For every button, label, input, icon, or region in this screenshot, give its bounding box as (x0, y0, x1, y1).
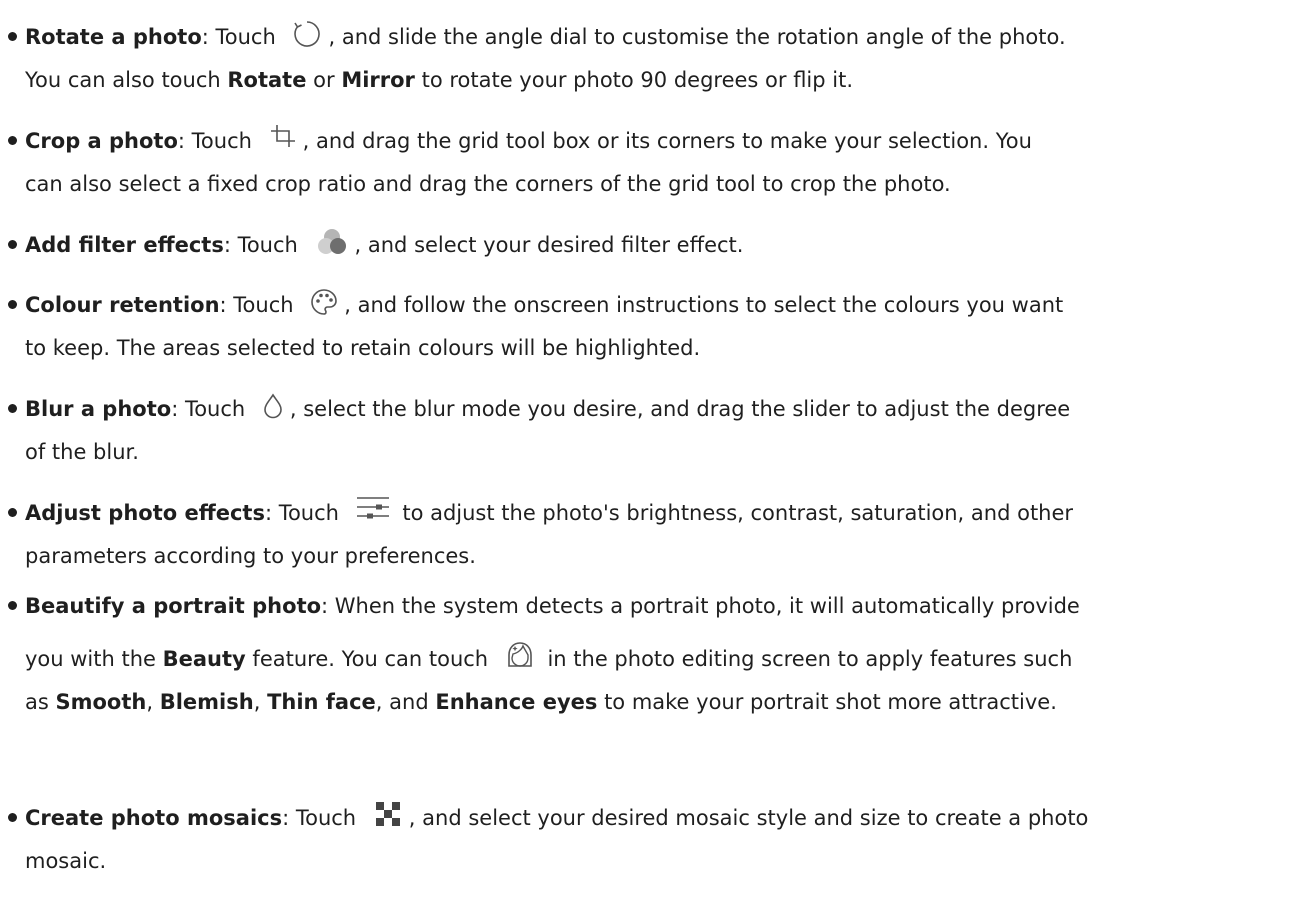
item-text: : Touch (219, 293, 301, 317)
item-text: : Touch (201, 25, 283, 49)
item-title: Colour retention (25, 293, 220, 317)
crop-icon (269, 123, 297, 149)
item-title: Add filter effects (25, 233, 224, 257)
item-text: of the blur. (25, 440, 139, 464)
bullet-icon (8, 812, 17, 822)
item-text: You can also touch (25, 68, 228, 92)
item-text: : Touch (223, 233, 305, 257)
rotate-term: Rotate (227, 68, 307, 92)
item-title: Create photo mosaics (25, 806, 283, 830)
bullet-icon (8, 507, 17, 517)
beauty-face-icon (505, 640, 535, 670)
item-title: Blur a photo (25, 397, 172, 421)
item-text: , and (375, 690, 436, 714)
filter-icon (315, 228, 349, 256)
item-text: : Touch (282, 806, 363, 830)
item-title: Crop a photo (25, 129, 178, 153)
item-text: : Touch (264, 501, 346, 525)
smooth-term: Smooth (55, 690, 147, 714)
item-text: to rotate your photo 90 degrees or flip … (414, 68, 854, 92)
item-text: , and slide the angle dial to customise … (328, 25, 1066, 49)
item-text: , (146, 690, 160, 714)
blemish-term: Blemish (159, 690, 254, 714)
bullet-icon (8, 239, 17, 249)
item-text: or (306, 68, 342, 92)
bullet-icon (8, 299, 17, 309)
item-text: : When the system detects a portrait pho… (321, 594, 1080, 618)
item-text: , and follow the onscreen instructions t… (344, 293, 1064, 317)
item-text: , and drag the grid tool box or its corn… (302, 129, 1032, 153)
bullet-icon (8, 135, 17, 145)
item-text: as (25, 690, 56, 714)
enhance-eyes-term: Enhance eyes (435, 690, 598, 714)
beauty-term: Beauty (162, 647, 246, 671)
rotate-icon (292, 19, 322, 49)
item-text: in the photo editing screen to apply fea… (540, 647, 1073, 671)
item-text: , and select your desired filter effect. (354, 233, 744, 257)
item-text: parameters according to your preferences… (25, 544, 476, 568)
thin-face-term: Thin face (267, 690, 376, 714)
item-text: , select the blur mode you desire, and d… (289, 397, 1071, 421)
item-text: can also select a fixed crop ratio and d… (25, 172, 951, 196)
item-text: to adjust the photo's brightness, contra… (395, 501, 1074, 525)
item-text: feature. You can touch (245, 647, 495, 671)
item-text: : Touch (177, 129, 259, 153)
item-title: Beautify a portrait photo (25, 594, 322, 618)
adjust-sliders-icon (356, 495, 390, 521)
palette-icon (310, 288, 338, 316)
bullet-icon (8, 403, 17, 413)
item-text: you with the (25, 647, 163, 671)
item-text: , and select your desired mosaic style a… (408, 806, 1089, 830)
bullet-icon (8, 600, 17, 610)
mosaic-icon (373, 801, 403, 827)
mirror-term: Mirror (341, 68, 415, 92)
bullet-icon (8, 31, 17, 41)
item-text: to make your portrait shot more attracti… (597, 690, 1057, 714)
item-text: : Touch (171, 397, 252, 421)
item-text: , (253, 690, 268, 714)
item-text: to keep. The areas selected to retain co… (25, 336, 701, 360)
item-title: Rotate a photo (25, 25, 202, 49)
blur-drop-icon (262, 393, 284, 419)
item-title: Adjust photo effects (25, 501, 265, 525)
item-text: mosaic. (25, 849, 107, 873)
